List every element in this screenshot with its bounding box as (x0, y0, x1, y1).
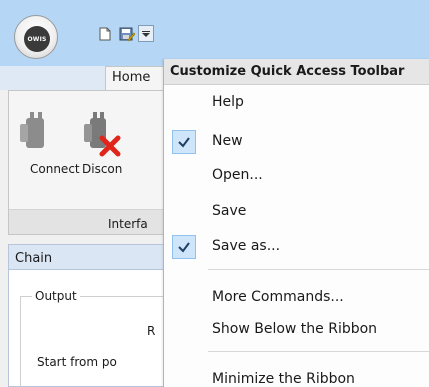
menu-item-show-below-ribbon[interactable]: Show Below the Ribbon (164, 316, 429, 344)
menu-item-label: Minimize the Ribbon (212, 371, 355, 387)
save-as-icon[interactable] (119, 27, 136, 45)
menu-item-label: Help (212, 94, 244, 110)
connect-button[interactable] (8, 108, 60, 188)
menu-item-label: New (212, 133, 243, 149)
disconnect-button[interactable] (66, 108, 126, 188)
disconnect-plug-icon (84, 112, 121, 157)
checkmark-icon (172, 130, 196, 154)
menu-item-label: Save (212, 203, 247, 219)
menu-item-new[interactable]: New (164, 128, 429, 156)
menu-item-minimize-ribbon[interactable]: Minimize the Ribbon (164, 366, 429, 387)
chain-panel-header: Chain (8, 244, 168, 270)
menu-item-label: Open... (212, 167, 263, 183)
tab-home[interactable]: Home (105, 66, 165, 90)
menu-item-label: Save as... (212, 238, 281, 254)
connect-label: Connect (30, 162, 80, 176)
start-from-position-label: Start from po (37, 355, 117, 369)
menu-item-open[interactable]: Open... (164, 162, 429, 190)
interface-group-label: Interfa (108, 217, 148, 231)
customize-quick-access-dropdown-button[interactable] (138, 25, 154, 42)
output-groupbox (20, 296, 170, 387)
connect-plug-icon (20, 112, 44, 148)
menu-item-label: More Commands... (212, 289, 344, 305)
r-field-label: R (147, 324, 156, 338)
application-orb-button[interactable]: OWIS (14, 15, 58, 59)
checkmark-icon (172, 235, 196, 259)
customize-quick-access-menu: Customize Quick Access Toolbar Help New … (163, 59, 429, 387)
dropdown-bar-icon (142, 30, 150, 32)
menu-item-help[interactable]: Help (164, 89, 429, 117)
output-groupbox-label: Output (32, 289, 80, 303)
disconnect-label: Discon (82, 162, 123, 176)
new-document-icon[interactable] (99, 27, 111, 44)
menu-title: Customize Quick Access Toolbar (164, 59, 429, 85)
orb-logo-text: OWIS (27, 35, 47, 43)
menu-item-more-commands[interactable]: More Commands... (164, 284, 429, 312)
menu-separator (208, 269, 429, 270)
menu-item-label: Show Below the Ribbon (212, 321, 378, 337)
menu-item-save[interactable]: Save (164, 198, 429, 226)
chevron-down-icon (142, 32, 150, 37)
owis-logo-icon: OWIS (24, 26, 50, 52)
menu-separator (208, 351, 429, 352)
title-bar (0, 0, 429, 66)
menu-item-save-as[interactable]: Save as... (164, 233, 429, 261)
